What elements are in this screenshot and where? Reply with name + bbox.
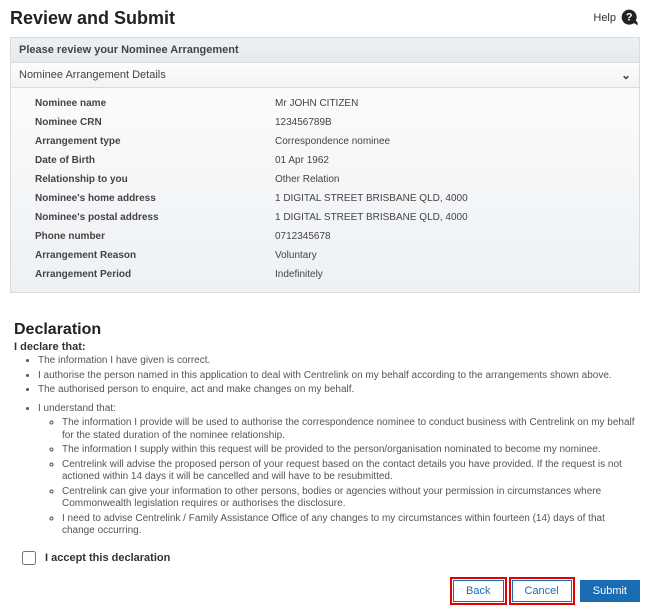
list-item: The authorised person to enquire, act an… — [38, 384, 640, 397]
value: 1 DIGITAL STREET BRISBANE QLD, 4000 — [275, 212, 468, 223]
svg-text:?: ? — [626, 12, 633, 24]
value: Other Relation — [275, 174, 339, 185]
understand-intro: I understand that: — [38, 403, 116, 414]
row-phone: Phone number 0712345678 — [15, 227, 635, 246]
list-item: Centrelink will advise the proposed pers… — [62, 459, 640, 484]
row-nominee-crn: Nominee CRN 123456789B — [15, 113, 635, 132]
row-nominee-name: Nominee name Mr JOHN CITIZEN — [15, 94, 635, 113]
understand-list: I understand that: The information I pro… — [38, 403, 640, 538]
review-panel: Please review your Nominee Arrangement N… — [10, 37, 640, 293]
chevron-down-icon: ⌄ — [621, 68, 631, 82]
value: Voluntary — [275, 250, 317, 261]
submit-button[interactable]: Submit — [580, 580, 640, 602]
row-postal-address: Nominee's postal address 1 DIGITAL STREE… — [15, 208, 635, 227]
accept-label[interactable]: I accept this declaration — [45, 552, 170, 564]
list-item-understand: I understand that: The information I pro… — [38, 403, 640, 538]
row-home-address: Nominee's home address 1 DIGITAL STREET … — [15, 189, 635, 208]
value: Indefinitely — [275, 269, 323, 280]
list-item: I need to advise Centrelink / Family Ass… — [62, 513, 640, 538]
label: Nominee CRN — [19, 117, 255, 128]
list-item: The information I supply within this req… — [62, 444, 640, 457]
cancel-button[interactable]: Cancel — [512, 580, 572, 602]
list-item: I authorise the person named in this app… — [38, 370, 640, 383]
page: Review and Submit Help ? Please review y… — [0, 0, 650, 610]
value: Correspondence nominee — [275, 136, 390, 147]
help-link[interactable]: Help ? — [593, 8, 640, 28]
understand-nested-list: The information I provide will be used t… — [62, 417, 640, 538]
review-banner: Please review your Nominee Arrangement — [11, 38, 639, 63]
label: Nominee name — [19, 98, 255, 109]
value: 123456789B — [275, 117, 332, 128]
accordion-nominee-details[interactable]: Nominee Arrangement Details ⌄ — [11, 63, 639, 88]
value: Mr JOHN CITIZEN — [275, 98, 358, 109]
label: Arrangement type — [19, 136, 255, 147]
button-bar: Back Cancel Submit — [10, 578, 640, 604]
label: Nominee's home address — [19, 193, 255, 204]
label: Nominee's postal address — [19, 212, 255, 223]
declaration-subheading: I declare that: — [14, 341, 640, 353]
row-reason: Arrangement Reason Voluntary — [15, 246, 635, 265]
label: Relationship to you — [19, 174, 255, 185]
label: Arrangement Reason — [19, 250, 255, 261]
declaration-list: The information I have given is correct.… — [38, 355, 640, 397]
page-title: Review and Submit — [10, 8, 175, 29]
header: Review and Submit Help ? — [10, 8, 640, 35]
label: Arrangement Period — [19, 269, 255, 280]
value: 1 DIGITAL STREET BRISBANE QLD, 4000 — [275, 193, 468, 204]
row-arrangement-type: Arrangement type Correspondence nominee — [15, 132, 635, 151]
list-item: The information I provide will be used t… — [62, 417, 640, 442]
row-dob: Date of Birth 01 Apr 1962 — [15, 151, 635, 170]
accordion-title: Nominee Arrangement Details — [19, 69, 166, 81]
accept-checkbox[interactable] — [22, 551, 36, 565]
label: Date of Birth — [19, 155, 255, 166]
list-item: The information I have given is correct. — [38, 355, 640, 368]
value: 0712345678 — [275, 231, 331, 242]
back-button[interactable]: Back — [453, 580, 503, 602]
help-label: Help — [593, 12, 616, 24]
label: Phone number — [19, 231, 255, 242]
row-period: Arrangement Period Indefinitely — [15, 265, 635, 284]
value: 01 Apr 1962 — [275, 155, 329, 166]
list-item: Centrelink can give your information to … — [62, 486, 640, 511]
details-section: Nominee name Mr JOHN CITIZEN Nominee CRN… — [11, 88, 639, 292]
row-relationship: Relationship to you Other Relation — [15, 170, 635, 189]
help-icon: ? — [620, 8, 640, 28]
declaration-title: Declaration — [14, 321, 640, 339]
